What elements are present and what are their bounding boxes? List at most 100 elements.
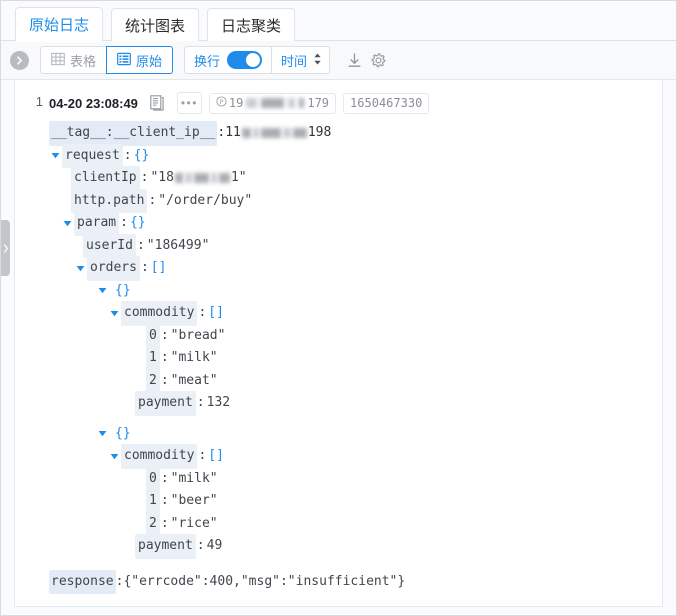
view-mode-raw-button[interactable]: 原始 [106,46,174,74]
ip-circle-icon: P [216,96,227,110]
colon: : [160,515,169,531]
view-toolbar: 表格 原始 换行 时间 [1,41,676,80]
tree-row-order-item: {} [96,423,662,446]
caret-down-icon[interactable] [74,264,87,273]
tree-key-commodity[interactable]: commodity [121,444,198,469]
tree-value-orders: [] [150,260,167,275]
tree-index-0[interactable]: 0 [146,466,160,491]
tree-index-2[interactable]: 2 [146,368,160,393]
tag-client-ip-key[interactable]: __tag__:__client_ip__ [49,121,218,146]
log-detail-tree: __tag__:__client_ip__ :11198 request : [49,114,662,594]
caret-down-icon[interactable] [108,309,121,318]
tree-key-response[interactable]: response [49,569,116,594]
tree-value-commodity-0: "bread" [170,327,226,343]
time-sort-dropdown[interactable]: 时间 [272,46,331,74]
colon: : [140,260,149,275]
tree-key-param[interactable]: param [74,211,120,236]
tree-index-0[interactable]: 0 [146,323,160,348]
redacted-block [252,127,259,138]
colon: : [160,327,169,343]
tree-row-commodity-item: 2 : "rice" [146,511,662,536]
redacted-block [299,98,305,108]
tree-row-orders: orders : [] [74,256,662,281]
caret-down-icon[interactable] [61,219,74,228]
colon: : [120,215,128,230]
tab-bar: 原始日志 统计图表 日志聚类 [1,1,676,42]
colon: : [198,448,207,463]
redacted-block [260,127,281,138]
tag-value-prefix: :11 [217,125,241,140]
panel-resize-handle[interactable] [1,220,10,276]
clientip-prefix: "18 [150,170,174,185]
tree-row-commodity: commodity : [] [108,444,662,469]
tree-index-1[interactable]: 1 [146,346,160,371]
log-list-panel: 1 04-20 23:08:49 ••• P 19 179 1650467330… [14,80,663,607]
colon: : [123,147,132,163]
colon: : [160,493,169,508]
tree-value-commodity-1: "beer" [170,493,218,508]
tree-row-commodity-item: 2 : "meat" [146,368,662,393]
tree-row-payment: payment : 132 [135,391,662,416]
tag-value-suffix: 198 [307,125,332,140]
gear-icon[interactable] [366,48,390,72]
tree-value-commodity: [] [208,448,224,463]
sort-updown-icon [313,52,322,69]
redacted-block [193,172,209,183]
caret-down-icon[interactable] [96,286,109,295]
colon: : [160,470,169,486]
download-icon[interactable] [342,48,366,72]
ellipsis-icon[interactable]: ••• [176,92,202,114]
line-number: 1 [35,94,43,109]
tree-value-commodity-2: "meat" [170,372,218,388]
tree-key-httppath[interactable]: http.path [71,188,148,213]
tree-index-2[interactable]: 2 [146,511,160,536]
tree-key-userid[interactable]: userId [83,233,136,258]
tree-row-clientip: clientIp : "18 1" [71,166,662,191]
tree-key-payment[interactable]: payment [135,391,196,416]
copy-document-icon[interactable] [145,92,170,114]
view-mode-table-button[interactable]: 表格 [40,46,108,74]
tab-statistics-chart[interactable]: 统计图表 [111,8,200,41]
svg-text:P: P [219,98,223,106]
caret-down-icon[interactable] [96,429,109,438]
tree-key-commodity[interactable]: commodity [121,301,198,326]
tree-row-payment: payment : 49 [135,534,662,559]
source-ip-chip[interactable]: P 19 179 [208,92,337,114]
tree-row-httppath: http.path : "/order/buy" [71,188,662,213]
timestamp-chip-value: 1650467330 [350,96,423,110]
tree-row-commodity-item: 1 : "beer" [146,489,662,514]
tree-value-response: :{"errcode":400,"msg":"insufficient"} [115,573,406,589]
tree-value-commodity-0: "milk" [170,470,218,486]
colon: : [160,350,169,365]
caret-down-icon[interactable] [49,151,62,160]
ellipsis-dots: ••• [180,96,198,110]
clientip-suffix: 1" [230,170,247,185]
tree-value-clientip: "18 1" [150,167,246,190]
tree-row-param: param : {} [61,211,662,236]
tree-value-param: {} [129,215,146,230]
log-content-area: 1 04-20 23:08:49 ••• P 19 179 1650467330… [1,80,676,615]
tree-value-order-object: {} [115,425,131,441]
tab-raw-logs[interactable]: 原始日志 [15,7,104,42]
tree-row-request: request : {} [49,143,662,168]
log-entry-header: 04-20 23:08:49 ••• P 19 179 1650467330 [49,92,662,114]
chevron-right-icon[interactable] [10,50,29,70]
caret-down-icon[interactable] [108,452,121,461]
timestamp-chip[interactable]: 1650467330 [343,92,430,114]
colon: : [198,305,207,320]
redacted-block [282,127,291,138]
tree-key-request[interactable]: request [62,143,123,168]
tree-value-order-object: {} [115,282,131,298]
view-mode-raw-label: 原始 [136,53,163,69]
tree-key-payment[interactable]: payment [135,534,196,559]
tree-row-commodity-item: 1 : "milk" [146,346,662,371]
tree-key-clientip[interactable]: clientIp [71,166,140,191]
tree-index-1[interactable]: 1 [146,489,160,514]
colon: : [148,192,157,208]
colon: : [140,170,149,185]
colon: : [160,372,169,388]
redacted-block [184,172,192,183]
wrap-lines-toggle[interactable] [227,51,263,69]
tree-key-orders[interactable]: orders [87,256,140,281]
tab-log-clustering[interactable]: 日志聚类 [207,8,296,41]
